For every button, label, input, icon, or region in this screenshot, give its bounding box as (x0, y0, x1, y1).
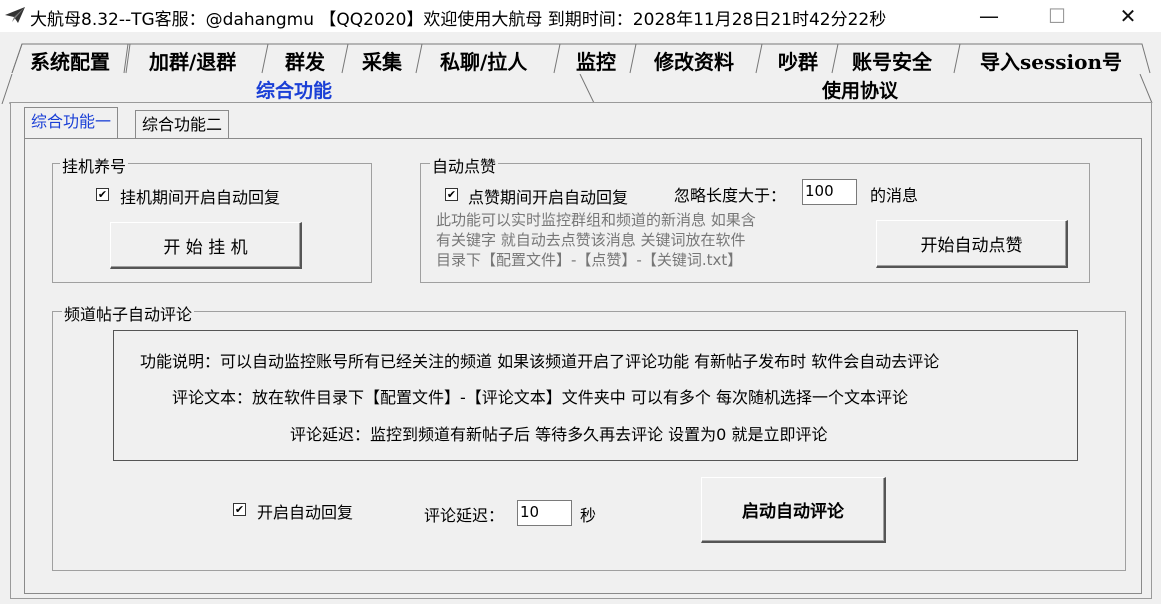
tab-account-security[interactable]: 账号安全 (852, 46, 932, 74)
comment-auto-reply-label: 开启自动回复 (257, 503, 354, 522)
tab-collect[interactable]: 采集 (362, 46, 402, 74)
hangup-auto-reply-checkbox[interactable]: ✔ (96, 188, 109, 201)
tab-import-session[interactable]: 导入session号 (980, 46, 1122, 74)
comment-delay-label: 评论延迟： (424, 506, 505, 525)
main-tab-strip: 系统配置 加群/退群 群发 采集 私聊/拉人 监控 修改资料 吵群 账号安全 导… (0, 34, 1161, 74)
comment-desc-line-1: 功能说明：可以自动监控账号所有已经关注的频道 如果该频道开启了评论功能 有新帖子… (140, 352, 940, 371)
tab-monitor[interactable]: 监控 (576, 46, 616, 74)
comment-delay-input[interactable]: 10 (517, 500, 572, 526)
window-title: 大航母8.32--TG客服：@dahangmu 【QQ2020】欢迎使用大航母 … (30, 10, 887, 30)
auto-like-desc-line-1: 此功能可以实时监控群组和频道的新消息 如果含 (436, 211, 756, 229)
close-button[interactable]: ✕ (1105, 0, 1151, 32)
tab-usage-agreement[interactable]: 使用协议 (822, 76, 898, 102)
paper-plane-icon (5, 7, 25, 23)
tab-private-chat[interactable]: 私聊/拉人 (440, 46, 527, 74)
comment-delay-unit: 秒 (580, 506, 597, 525)
ignore-length-input[interactable]: 100 (802, 179, 857, 205)
tab-spam-group[interactable]: 吵群 (778, 46, 818, 74)
minimize-button[interactable]: — (966, 0, 1012, 32)
comment-desc-line-2: 评论文本：放在软件目录下【配置文件】-【评论文本】文件夹中 可以有多个 每次随机… (172, 388, 908, 407)
ignore-length-suffix: 的消息 (870, 186, 919, 205)
tab-edit-profile[interactable]: 修改资料 (654, 46, 734, 74)
comment-auto-reply-checkbox[interactable]: ✔ (233, 503, 246, 516)
maximize-button[interactable]: ☐ (1034, 0, 1080, 32)
hangup-legend: 挂机养号 (60, 153, 129, 177)
tab-mass-send[interactable]: 群发 (285, 46, 325, 74)
checkmark-icon: ✔ (446, 188, 457, 201)
ignore-length-label: 忽略长度大于： (674, 186, 787, 205)
start-auto-comment-button[interactable]: 启动自动评论 (701, 477, 886, 543)
checkmark-icon: ✔ (97, 188, 108, 201)
auto-like-reply-checkbox[interactable]: ✔ (445, 188, 458, 201)
tab-general-one[interactable]: 综合功能一 (24, 107, 119, 138)
hangup-auto-reply-label: 挂机期间开启自动回复 (120, 188, 281, 207)
comment-desc-line-3: 评论延迟：监控到频道有新帖子后 等待多久再去评论 设置为0 就是立即评论 (290, 425, 828, 444)
auto-comment-legend: 频道帖子自动评论 (62, 301, 195, 325)
start-auto-like-button[interactable]: 开始自动点赞 (876, 220, 1068, 268)
title-bar: 大航母8.32--TG客服：@dahangmu 【QQ2020】欢迎使用大航母 … (0, 0, 1161, 32)
auto-like-desc-line-2: 有关键字 就自动去点赞该消息 关键词放在软件 (436, 231, 746, 249)
start-hangup-button[interactable]: 开 始 挂 机 (110, 222, 302, 269)
tab-general-functions[interactable]: 综合功能 (256, 76, 332, 102)
sub-tab-outline (1, 74, 1153, 104)
checkmark-icon: ✔ (234, 503, 245, 516)
auto-like-reply-label: 点赞期间开启自动回复 (468, 188, 629, 207)
tab-general-two[interactable]: 综合功能二 (135, 110, 230, 138)
auto-like-desc-line-3: 目录下【配置文件】-【点赞】-【关键词.txt】 (436, 251, 743, 269)
tab-join-leave-group[interactable]: 加群/退群 (149, 46, 236, 74)
sub-tab-strip: 综合功能 使用协议 (0, 74, 1161, 104)
tab-system-config[interactable]: 系统配置 (30, 46, 110, 74)
auto-like-legend: 自动点赞 (430, 153, 499, 177)
